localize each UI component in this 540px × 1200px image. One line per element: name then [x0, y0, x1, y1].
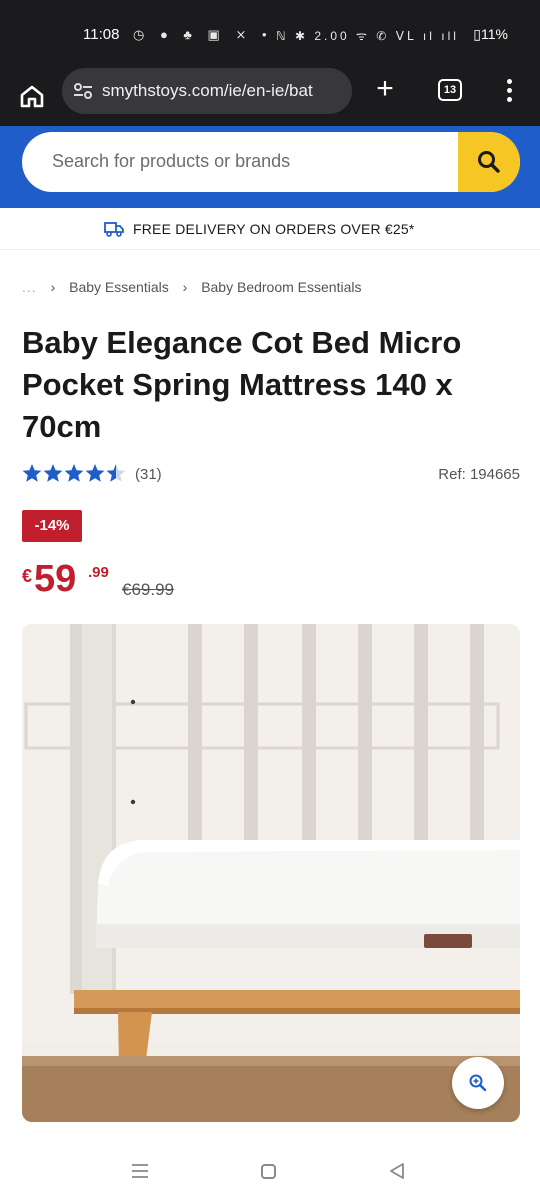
battery-indicator: ▯11%	[473, 26, 508, 42]
more-vert-icon[interactable]	[502, 76, 516, 106]
half-star-icon	[106, 464, 126, 482]
url-text[interactable]: smythstoys.com/ie/en-ie/bat	[102, 81, 346, 101]
star-icon	[43, 464, 63, 482]
mattress-photo	[22, 624, 520, 1122]
nav-home-icon[interactable]	[261, 1164, 276, 1179]
battery-percent: 11%	[481, 26, 508, 42]
product-title: Baby Elegance Cot Bed Micro Pocket Sprin…	[22, 325, 462, 444]
discount-badge: -14%	[22, 510, 82, 542]
review-count[interactable]: (31)	[135, 466, 162, 483]
price-currency: €	[22, 566, 33, 586]
recent-apps-icon[interactable]	[131, 1162, 149, 1180]
tabs-icon[interactable]: 13	[438, 79, 462, 101]
rating-row: (31) Ref: 194665	[22, 462, 520, 488]
tune-icon[interactable]	[72, 81, 94, 101]
home-icon[interactable]	[16, 80, 48, 112]
site-header: Search for products or brands	[0, 126, 540, 208]
product-ref: Ref: 194665	[438, 466, 520, 483]
star-icon	[64, 464, 84, 482]
breadcrumb-item-baby-essentials[interactable]: Baby Essentials	[69, 279, 169, 295]
breadcrumb: ... › Baby Essentials › Baby Bedroom Ess…	[22, 279, 362, 295]
back-icon[interactable]	[388, 1162, 406, 1180]
search-placeholder: Search for products or brands	[52, 151, 291, 171]
breadcrumb-ellipsis[interactable]: ...	[22, 279, 37, 295]
star-icon	[22, 464, 42, 482]
chevron-right-icon: ›	[182, 279, 188, 295]
zoom-button[interactable]	[452, 1057, 504, 1109]
delivery-banner: FREE DELIVERY ON ORDERS OVER €25*	[0, 208, 540, 250]
address-bar[interactable]: smythstoys.com/ie/en-ie/bat	[62, 68, 352, 114]
star-rating[interactable]	[22, 462, 128, 484]
search-icon	[478, 151, 500, 173]
original-price: €69.99	[122, 580, 174, 599]
status-bar: 11:08 ◷ ● ♣ ▣ ⨯ • ℕ ✱ 2.00 ᯤ ✆ ⅤⅬ ıl ıll…	[0, 0, 540, 68]
browser-toolbar: smythstoys.com/ie/en-ie/bat + 13	[0, 68, 540, 126]
plus-icon[interactable]: +	[370, 74, 400, 106]
product-image[interactable]	[22, 624, 520, 1122]
search-button[interactable]	[458, 132, 520, 192]
search-input[interactable]: Search for products or brands	[22, 132, 520, 192]
chevron-right-icon: ›	[50, 279, 56, 295]
system-status-icons: ℕ ✱ 2.00 ᯤ ✆ ⅤⅬ ıl ıll	[276, 29, 459, 43]
star-icon	[85, 464, 105, 482]
breadcrumb-item-baby-bedroom-essentials[interactable]: Baby Bedroom Essentials	[201, 279, 361, 295]
notification-icons: ◷ ● ♣ ▣ ⨯ •	[133, 27, 273, 42]
delivery-text: FREE DELIVERY ON ORDERS OVER €25*	[133, 221, 415, 237]
zoom-in-icon	[469, 1074, 487, 1092]
status-time: 11:08	[83, 26, 120, 43]
price-main: 59	[34, 558, 77, 600]
price-cents: .99	[88, 564, 109, 581]
truck-icon	[104, 222, 124, 237]
system-nav-bar	[0, 1140, 540, 1200]
